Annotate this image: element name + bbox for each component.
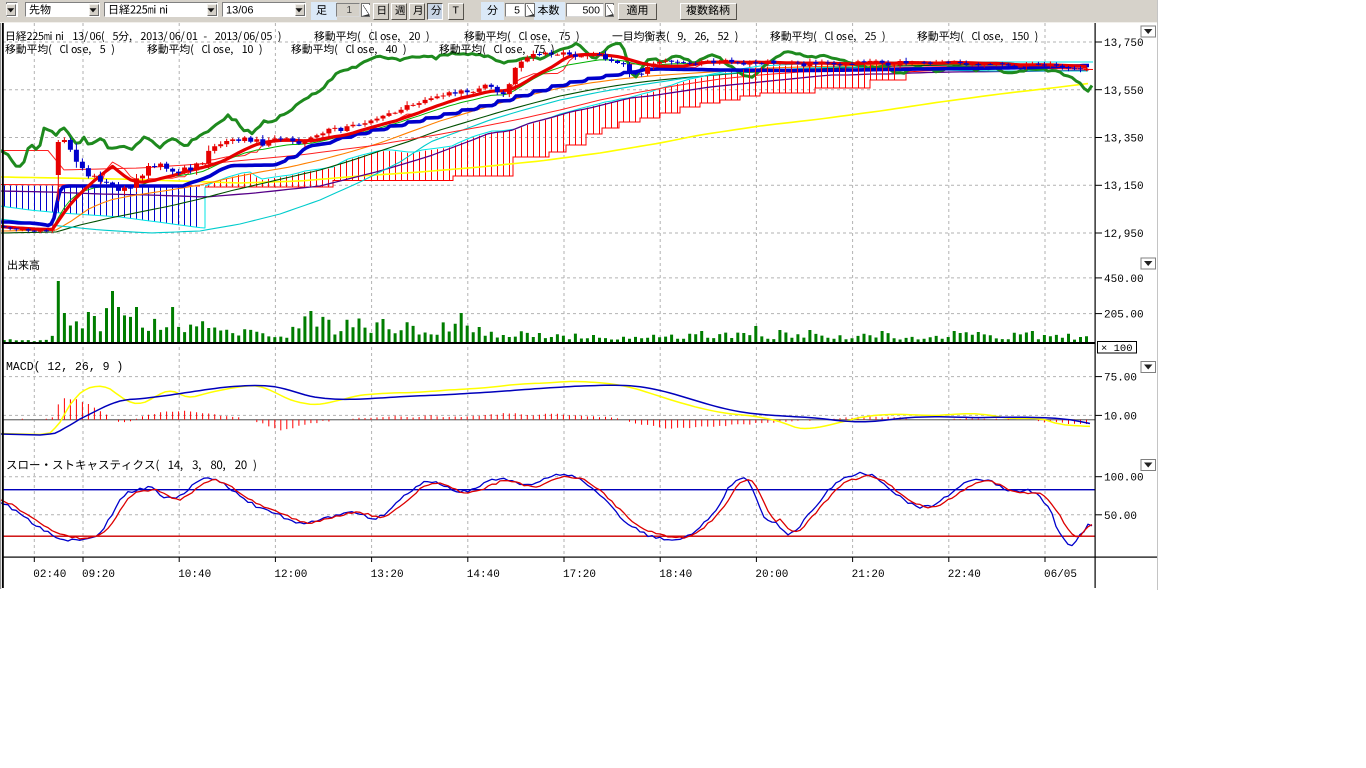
svg-text:02:40: 02:40 [33, 569, 66, 581]
svg-text:75.00: 75.00 [1104, 373, 1137, 385]
svg-text:× 100: × 100 [1101, 343, 1133, 355]
svg-text:1: 1 [346, 5, 352, 16]
svg-text:20:00: 20:00 [755, 569, 788, 581]
svg-text:14:40: 14:40 [467, 569, 500, 581]
svg-text:22:40: 22:40 [948, 569, 981, 581]
svg-text:MACD( 12, 26, 9 ): MACD( 12, 26, 9 ) [6, 361, 123, 374]
svg-text:10:40: 10:40 [178, 569, 211, 581]
svg-text:13,350: 13,350 [1104, 134, 1144, 146]
svg-text:T: T [453, 5, 460, 17]
svg-text:13/06: 13/06 [226, 5, 254, 17]
svg-text:09:20: 09:20 [82, 569, 115, 581]
svg-text:10.00: 10.00 [1104, 411, 1137, 423]
svg-text:12,950: 12,950 [1104, 229, 1144, 241]
svg-text:13,550: 13,550 [1104, 86, 1144, 98]
svg-text:12:00: 12:00 [274, 569, 307, 581]
svg-text:13,750: 13,750 [1104, 38, 1144, 50]
svg-text:5: 5 [514, 5, 520, 17]
svg-text:450.00: 450.00 [1104, 274, 1144, 286]
svg-text:18:40: 18:40 [659, 569, 692, 581]
svg-text:13:20: 13:20 [371, 569, 404, 581]
svg-text:17:20: 17:20 [563, 569, 596, 581]
svg-text:06/05: 06/05 [1044, 569, 1077, 581]
svg-text:205.00: 205.00 [1104, 310, 1144, 322]
svg-text:21:20: 21:20 [852, 569, 885, 581]
svg-text:13,150: 13,150 [1104, 181, 1144, 193]
svg-text:100.00: 100.00 [1104, 473, 1144, 485]
svg-text:500: 500 [582, 5, 600, 17]
svg-text:50.00: 50.00 [1104, 511, 1137, 523]
